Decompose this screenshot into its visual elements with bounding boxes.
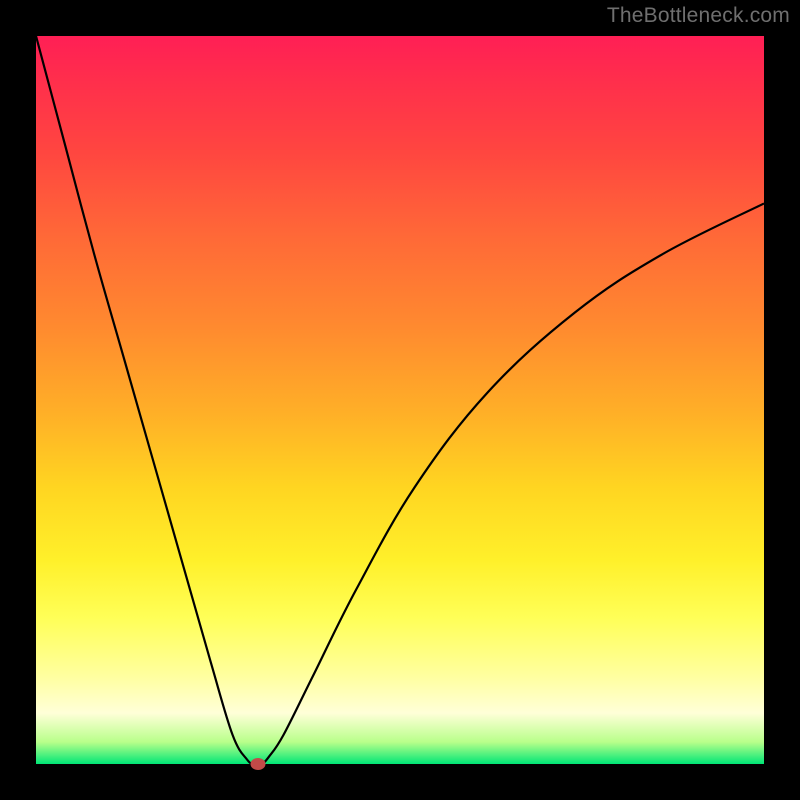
watermark-label: TheBottleneck.com xyxy=(607,4,790,28)
plot-area xyxy=(36,36,764,764)
curve-path xyxy=(36,36,764,764)
bottleneck-curve xyxy=(36,36,764,764)
minimum-marker xyxy=(251,758,266,770)
chart-frame: TheBottleneck.com xyxy=(0,0,800,800)
